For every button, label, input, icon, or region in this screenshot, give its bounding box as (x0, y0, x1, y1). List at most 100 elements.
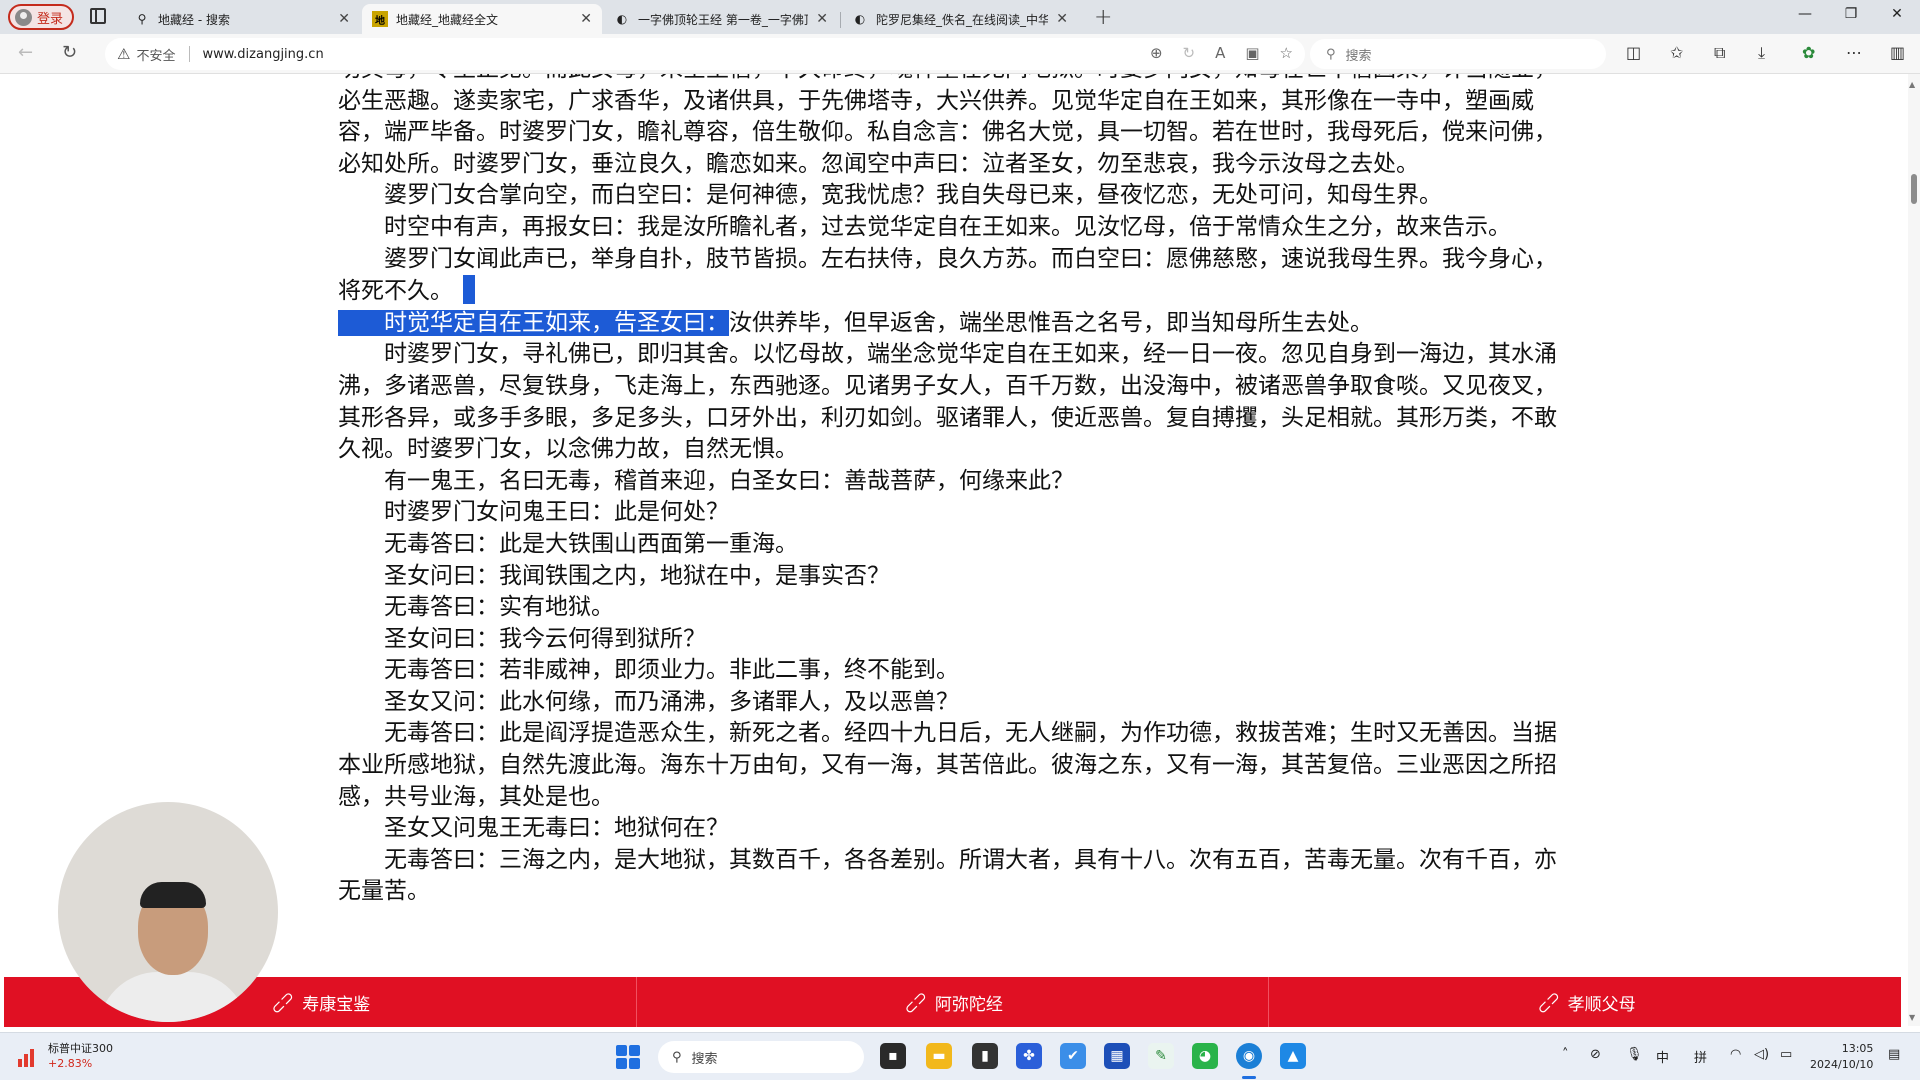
extensions-icon[interactable]: ✿ (1802, 43, 1815, 62)
share-icon[interactable]: ↻ (1183, 44, 1196, 62)
network-off-icon[interactable]: ⊘ (1590, 1047, 1601, 1062)
immersive-reader-icon[interactable]: ▣ (1245, 44, 1259, 62)
selected-text: 时觉华定自在王如来，告圣女曰： (338, 309, 729, 336)
refresh-button[interactable]: ↻ (62, 42, 77, 63)
paragraph: 时婆罗门女，寻礼佛已，即归其舍。以忆母故，端坐念觉华定自在王如来，经一日一夜。忽… (338, 341, 1557, 463)
workspaces-icon[interactable] (90, 8, 106, 24)
close-tab-icon[interactable]: ✕ (1056, 11, 1068, 27)
tab-strip: 登录 ⚲ 地藏经 - 搜索 ✕ 地 地藏经_地藏经全文 ✕ ◐ 一字佛顶轮王经 … (0, 0, 1920, 34)
tab-tuoluoni[interactable]: ◐ 陀罗尼集经_佚名_在线阅读_中华典 ✕ (842, 4, 1078, 34)
paragraph: 有一鬼王，名曰无毒，稽首来迎，白圣女曰：善哉菩萨，何缘来此？ (384, 467, 1074, 494)
address-bar[interactable]: ⚠ 不安全 www.dizangjing.cn ⊕ ↻ A ▣ ☆ (105, 38, 1305, 70)
webcam-overlay (58, 802, 278, 1022)
close-tab-icon[interactable]: ✕ (580, 11, 592, 27)
paragraph: 圣女又问鬼王无毒曰：地狱何在？ (384, 815, 729, 842)
tab-dizangjing[interactable]: 地 地藏经_地藏经全文 ✕ (362, 4, 602, 34)
baidu-app-icon[interactable]: ✤ (1016, 1043, 1042, 1069)
restore-button[interactable]: ❐ (1828, 6, 1874, 22)
file-explorer-icon[interactable]: ▬ (926, 1043, 952, 1069)
paragraph: 婆罗门女合掌向空，而白空曰：是何神德，宽我忧虑？我自失母已来，昼夜忆恋，无处可问… (384, 182, 1442, 209)
translate-app-icon[interactable]: ✎ (1148, 1043, 1174, 1069)
link-label: 孝顺父母 (1567, 994, 1636, 1015)
scripture-text: 功其母，令生正见。而此女母，未全生信，不久命终，魂神堕在无间地狱。时婆罗门女，知… (338, 74, 1564, 908)
close-window-button[interactable]: ✕ (1874, 6, 1920, 22)
link-amituo-jing[interactable]: ⊂⊃ 阿弥陀经 (637, 977, 1270, 1027)
show-hidden-icons[interactable]: ˄ (1562, 1047, 1569, 1062)
active-app-indicator (1242, 1076, 1256, 1079)
paragraph: 圣女又问：此水何缘，而乃涌沸，多诸罪人，及以恶兽？ (384, 688, 959, 715)
link-icon: ⊂⊃ (266, 985, 300, 1019)
edge-browser-icon[interactable]: ◉ (1236, 1043, 1262, 1069)
stock-text: 标普中证300 +2.83% (48, 1041, 113, 1071)
site-logo-icon: 地 (372, 11, 388, 27)
taskbar-search[interactable]: ⚲ 搜索 (658, 1041, 864, 1073)
sidebar-toggle-icon[interactable]: ▥ (1890, 43, 1905, 62)
read-aloud-icon[interactable]: A (1215, 44, 1225, 62)
favorites-icon[interactable]: ✩ (1670, 43, 1683, 62)
avatar-icon (15, 8, 32, 26)
stock-name: 标普中证300 (48, 1042, 113, 1055)
search-box[interactable]: ⚲ 搜索 (1310, 39, 1606, 69)
close-tab-icon[interactable]: ✕ (816, 11, 828, 27)
stock-widget[interactable]: 标普中证300 +2.83% (18, 1041, 113, 1071)
ime-mode[interactable]: 拼 (1694, 1047, 1707, 1066)
zoom-icon[interactable]: ⊕ (1150, 44, 1163, 62)
start-button[interactable] (616, 1045, 640, 1069)
scroll-up-icon[interactable]: ▲ (1909, 80, 1915, 89)
collections-icon[interactable]: ⧉ (1714, 43, 1725, 63)
back-button[interactable]: ← (18, 42, 33, 63)
minimize-button[interactable]: — (1782, 6, 1828, 22)
more-menu-icon[interactable]: ⋯ (1846, 43, 1862, 62)
wifi-icon[interactable]: ◠ (1730, 1047, 1741, 1062)
stock-change: +2.83% (48, 1057, 93, 1070)
volume-icon[interactable]: ◁) (1754, 1047, 1769, 1062)
paragraph: 无毒答曰：实有地狱。 (384, 594, 614, 621)
paragraph: 圣女问曰：我闻铁围之内，地狱在中，是事实否？ (384, 562, 890, 589)
ime-language[interactable]: 中 (1656, 1047, 1669, 1066)
paragraph: 功其母，令生正见。而此女母，未全生信，不久命终，魂神堕在无间地狱。时婆罗门女，知… (338, 74, 1557, 177)
notification-icon[interactable]: ▤ (1888, 1047, 1900, 1062)
notepad-app-icon[interactable]: ▮ (972, 1043, 998, 1069)
wechat-app-icon[interactable]: ◕ (1192, 1043, 1218, 1069)
paragraph: 无毒答曰：此是大铁围山西面第一重海。 (384, 530, 798, 557)
close-tab-icon[interactable]: ✕ (338, 11, 350, 27)
battery-icon[interactable]: ▭ (1780, 1047, 1792, 1062)
profile-label: 登录 (37, 11, 64, 27)
photos-app-icon[interactable]: ▲ (1280, 1043, 1306, 1069)
security-label[interactable]: 不安全 (136, 45, 175, 64)
new-tab-button[interactable]: + (1094, 5, 1112, 30)
clock-time: 13:05 (1841, 1042, 1874, 1055)
scroll-down-icon[interactable]: ▼ (1909, 1013, 1915, 1022)
favorite-star-icon[interactable]: ☆ (1280, 44, 1293, 62)
split-screen-icon[interactable]: ◫ (1626, 43, 1641, 62)
downloads-icon[interactable]: ⤓ (1758, 43, 1765, 63)
link-label: 寿康宝鉴 (302, 994, 371, 1015)
system-clock[interactable]: 13:05 2024/10/10 (1810, 1041, 1873, 1073)
clock-date: 2024/10/10 (1810, 1058, 1874, 1071)
paragraph: 圣女问曰：我今云何得到狱所？ (384, 625, 706, 652)
profile-button[interactable]: 登录 (8, 4, 75, 30)
task-view-icon[interactable]: ▪ (880, 1043, 906, 1069)
taskbar-search-placeholder: 搜索 (691, 1051, 718, 1067)
link-icon: ⊂⊃ (1531, 985, 1565, 1019)
paragraph: 无毒答曰：此是阎浮提造恶众生，新死之者。经四十九日后，无人继嗣，为作功德，救拔苦… (338, 720, 1557, 810)
paragraph: 无毒答曰：三海之内，是大地狱，其数百千，各各差别。所谓大者，具有十八。次有五百，… (338, 846, 1557, 905)
scroll-thumb[interactable] (1911, 174, 1917, 204)
divider (189, 46, 191, 62)
microphone-icon[interactable]: 🎙 (1626, 1047, 1643, 1062)
link-xiaoshun-fumu[interactable]: ⊂⊃ 孝顺父母 (1269, 977, 1901, 1027)
store-app-icon[interactable]: ▦ (1104, 1043, 1130, 1069)
paragraph: 婆罗门女闻此声已，举身自扑，肢节皆损。左右扶侍，良久方苏。而白空曰：愿佛慈愍，速… (338, 244, 1564, 308)
url-text[interactable]: www.dizangjing.cn (202, 47, 323, 62)
footer-link-bar: ⊂⊃ 寿康宝鉴 ⊂⊃ 阿弥陀经 ⊂⊃ 孝顺父母 (4, 977, 1901, 1027)
tab-search[interactable]: ⚲ 地藏经 - 搜索 ✕ (124, 4, 360, 34)
presenter-hair (140, 882, 206, 908)
tab-title: 地藏经_地藏经全文 (396, 12, 499, 27)
tab-separator (840, 12, 841, 28)
vertical-scrollbar[interactable]: ▲ ▼ (1908, 74, 1920, 1026)
search-icon: ⚲ (672, 1049, 682, 1065)
tab-title: 陀罗尼集经_佚名_在线阅读_中华典 (876, 12, 1049, 27)
link-label: 阿弥陀经 (934, 994, 1003, 1015)
feishu-app-icon[interactable]: ✔ (1060, 1043, 1086, 1069)
tab-yizifoding[interactable]: ◐ 一字佛顶轮王经 第一卷_一字佛顶 ✕ (604, 4, 838, 34)
